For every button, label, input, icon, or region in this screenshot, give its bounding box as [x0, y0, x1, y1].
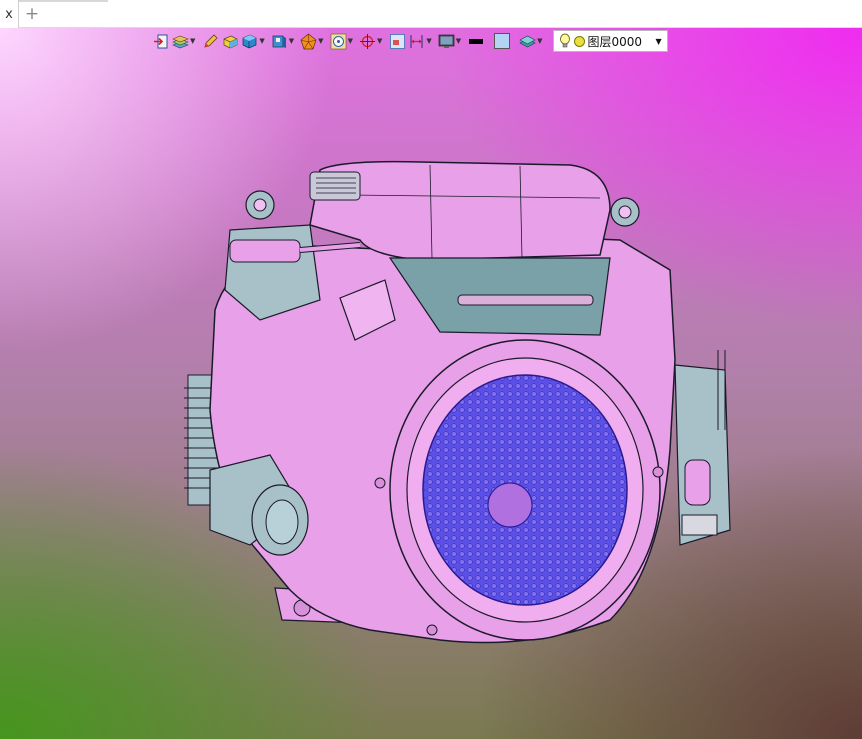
new-tab-button[interactable]: +	[23, 4, 41, 24]
lightbulb-icon[interactable]	[558, 33, 572, 49]
plus-icon: +	[24, 4, 40, 24]
dimension-button[interactable]: ▼	[408, 30, 435, 52]
layer-stack-button[interactable]: ▼	[519, 30, 546, 52]
solid-cube-button[interactable]: ▼	[241, 30, 268, 52]
engine-model[interactable]	[170, 150, 750, 660]
layer-manager-icon	[172, 35, 189, 48]
chevron-down-icon[interactable]: ▼	[537, 37, 542, 45]
exit-sketch-icon	[153, 34, 167, 48]
render-mode-icon	[300, 33, 317, 49]
snap-circle-button[interactable]: ▼	[330, 30, 357, 52]
line-color-button[interactable]	[467, 30, 485, 52]
bolt-icon	[652, 466, 664, 478]
line-color-icon	[469, 38, 484, 44]
layer-color-dot-icon[interactable]	[573, 35, 585, 47]
layer-stack-icon	[519, 35, 536, 47]
flywheel-hub	[487, 482, 533, 528]
tab-close-label[interactable]: x	[5, 7, 13, 22]
solid-cube-icon	[243, 34, 257, 48]
shade-box-button[interactable]	[221, 30, 239, 52]
select-frame-icon	[389, 33, 405, 49]
origin-axis-icon	[359, 33, 375, 49]
display-button[interactable]: ▼	[438, 30, 465, 52]
cover-vent	[309, 171, 361, 201]
view-cube-button[interactable]: ▼	[271, 30, 298, 52]
chevron-down-icon[interactable]: ▼	[318, 37, 323, 45]
fill-color-icon	[494, 33, 511, 49]
chevron-down-icon[interactable]: ▼	[190, 37, 195, 45]
snap-circle-icon	[330, 33, 346, 49]
exit-sketch-button[interactable]	[152, 30, 170, 52]
origin-axis-button[interactable]: ▼	[359, 30, 386, 52]
chevron-down-icon[interactable]: ▼	[259, 37, 264, 45]
display-icon	[438, 34, 455, 48]
tab-strip: x +	[0, 0, 862, 28]
chevron-down-icon[interactable]: ▼	[651, 37, 667, 46]
layer-name: 图层0000	[587, 34, 643, 49]
dimension-icon	[410, 34, 423, 48]
render-mode-button[interactable]: ▼	[300, 30, 327, 52]
shade-box-icon	[223, 35, 238, 48]
bolt-icon	[374, 477, 386, 489]
fill-color-button[interactable]	[493, 30, 511, 52]
bolt-icon	[426, 624, 438, 636]
chevron-down-icon[interactable]: ▼	[377, 37, 382, 45]
chevron-down-icon[interactable]: ▼	[456, 37, 461, 45]
pencil-icon	[204, 33, 218, 48]
layer-manager-button[interactable]: ▼	[172, 30, 199, 52]
control-panel	[674, 350, 731, 546]
chevron-down-icon[interactable]: ▼	[348, 37, 353, 45]
chevron-down-icon[interactable]: ▼	[426, 37, 431, 45]
view-toolbar: ▼ ▼ ▼ ▼ ▼ ▼ ▼ ▼ ▼ 图层0000 ▼	[152, 28, 752, 54]
select-frame-button[interactable]	[388, 30, 406, 52]
chevron-down-icon[interactable]: ▼	[289, 37, 294, 45]
document-tab[interactable]: x	[0, 0, 19, 28]
view-cube-icon	[272, 35, 286, 48]
layer-select[interactable]: 图层0000 ▼	[552, 30, 668, 52]
sketch-pencil-button[interactable]	[201, 30, 219, 52]
